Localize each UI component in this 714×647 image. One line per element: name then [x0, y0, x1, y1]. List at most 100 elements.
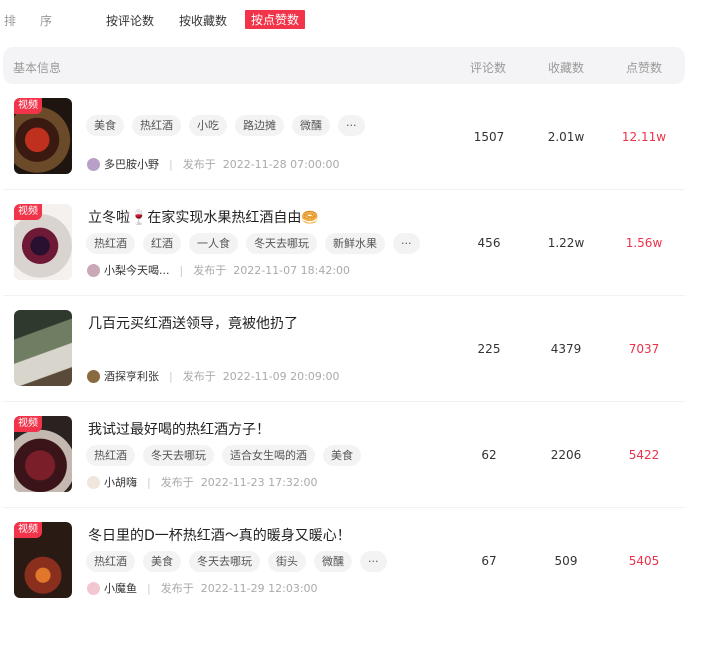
video-badge: 视频	[14, 204, 42, 220]
tag[interactable]: 美食	[143, 551, 181, 572]
comment-count: 456	[477, 236, 501, 250]
table-row[interactable]: 视频 我试过最好喝的热红酒方子！ 热红酒 冬天去哪玩 适合女生喝的酒 美食 小胡…	[3, 402, 685, 508]
tag[interactable]: 热红酒	[132, 115, 181, 136]
post-meta: 酒探亨利张 | 发布于 2022-11-09 20:09:00	[87, 368, 340, 384]
like-count: 7037	[628, 342, 660, 356]
post-title[interactable]: 几百元买红酒送领导，竟被他扔了	[88, 313, 298, 333]
post-title[interactable]: 立冬啦🍷在家实现水果热红酒自由🥯	[88, 207, 319, 227]
publish-time: 2022-11-28 07:00:00	[222, 157, 340, 171]
author-name[interactable]: 小梨今天喝...	[104, 262, 170, 278]
comment-count: 1507	[473, 130, 505, 144]
tag[interactable]: 街头	[268, 551, 306, 572]
divider: |	[147, 581, 151, 595]
publish-label: 发布于	[182, 370, 216, 383]
favorite-count: 1.22w	[547, 236, 585, 250]
avatar[interactable]	[87, 263, 100, 277]
like-count: 1.56w	[625, 236, 663, 250]
author-name[interactable]: 酒探亨利张	[104, 368, 159, 384]
tag[interactable]: 新鲜水果	[325, 233, 385, 254]
publish-time: 2022-11-07 18:42:00	[233, 263, 351, 277]
video-thumbnail[interactable]: 视频	[14, 522, 72, 598]
like-count: 12.11w	[621, 130, 667, 144]
tag[interactable]: 热红酒	[86, 551, 135, 572]
post-title[interactable]: 我试过最好喝的热红酒方子！	[88, 419, 270, 439]
favorite-count: 2.01w	[547, 130, 585, 144]
avatar[interactable]	[87, 581, 100, 595]
tag-list: 热红酒 冬天去哪玩 适合女生喝的酒 美食	[86, 445, 361, 466]
divider: |	[179, 263, 184, 277]
sort-bar: 排 序 按评论数 按收藏数 按点赞数	[0, 9, 714, 31]
tag[interactable]: 红酒	[143, 233, 181, 254]
publish-time: 2022-11-23 17:32:00	[200, 475, 318, 489]
tag[interactable]: 美食	[323, 445, 361, 466]
sort-by-favorites-button[interactable]: 按收藏数	[179, 12, 227, 29]
more-tags-button[interactable]: ···	[360, 551, 387, 572]
table-header: 基本信息 评论数 收藏数 点赞数	[3, 47, 685, 84]
author-name[interactable]: 多巴胺小野	[104, 156, 159, 172]
sort-label: 排	[4, 14, 17, 28]
like-count: 5405	[628, 554, 660, 568]
tag[interactable]: 一人食	[189, 233, 238, 254]
comment-count: 225	[477, 342, 501, 356]
sort-by-likes-button[interactable]: 按点赞数	[245, 10, 306, 29]
tag[interactable]: 热红酒	[86, 233, 135, 254]
post-meta: 小魔鱼 | 发布于 2022-11-29 12:03:00	[87, 580, 318, 596]
divider: |	[169, 157, 173, 171]
favorite-count: 4379	[550, 342, 582, 356]
table-row[interactable]: 视频 美食 热红酒 小吃 路边摊 微醺 ··· 多巴胺小野 | 发布于 2022…	[3, 84, 685, 190]
post-meta: 小梨今天喝... | 发布于 2022-11-07 18:42:00	[87, 262, 350, 278]
publish-label: 发布于	[182, 158, 216, 171]
table-row[interactable]: 几百元买红酒送领导，竟被他扔了 酒探亨利张 | 发布于 2022-11-09 2…	[3, 296, 685, 402]
video-badge: 视频	[14, 522, 42, 538]
tag-list: 热红酒 红酒 一人食 冬天去哪玩 新鲜水果 ···	[86, 233, 420, 254]
favorite-count: 509	[554, 554, 578, 568]
author-name[interactable]: 小胡嗨	[104, 474, 137, 490]
video-thumbnail[interactable]	[14, 310, 72, 386]
video-badge: 视频	[14, 416, 42, 432]
publish-label: 发布于	[160, 476, 194, 489]
tag[interactable]: 适合女生喝的酒	[222, 445, 315, 466]
table-row[interactable]: 视频 立冬啦🍷在家实现水果热红酒自由🥯 热红酒 红酒 一人食 冬天去哪玩 新鲜水…	[3, 190, 685, 296]
tag[interactable]: 冬天去哪玩	[189, 551, 260, 572]
like-count: 5422	[628, 448, 660, 462]
avatar[interactable]	[87, 369, 100, 383]
video-badge: 视频	[14, 98, 42, 114]
author-name[interactable]: 小魔鱼	[104, 580, 137, 596]
sort-label: 序	[40, 14, 53, 28]
header-favorites[interactable]: 收藏数	[548, 59, 584, 76]
comment-count: 62	[481, 448, 497, 462]
header-comments[interactable]: 评论数	[470, 59, 506, 76]
publish-label: 发布于	[193, 264, 227, 277]
favorite-count: 2206	[550, 448, 582, 462]
tag[interactable]: 微醺	[292, 115, 330, 136]
header-basic-info: 基本信息	[13, 61, 62, 75]
tag[interactable]: 美食	[86, 115, 124, 136]
divider: |	[147, 475, 151, 489]
publish-time: 2022-11-29 12:03:00	[200, 581, 318, 595]
video-thumbnail[interactable]: 视频	[14, 204, 72, 280]
post-meta: 多巴胺小野 | 发布于 2022-11-28 07:00:00	[87, 156, 340, 172]
comment-count: 67	[481, 554, 497, 568]
header-likes[interactable]: 点赞数	[626, 59, 662, 76]
tag[interactable]: 路边摊	[235, 115, 284, 136]
avatar[interactable]	[87, 157, 100, 171]
post-meta: 小胡嗨 | 发布于 2022-11-23 17:32:00	[87, 474, 318, 490]
publish-label: 发布于	[160, 582, 194, 595]
avatar[interactable]	[87, 475, 100, 489]
divider: |	[169, 369, 173, 383]
tag[interactable]: 冬天去哪玩	[246, 233, 317, 254]
tag-list: 美食 热红酒 小吃 路边摊 微醺 ···	[86, 115, 365, 136]
tag[interactable]: 微醺	[314, 551, 352, 572]
table-row[interactable]: 视频 冬日里的D一杯热红酒～真的暖身又暖心！ 热红酒 美食 冬天去哪玩 街头 微…	[3, 508, 685, 614]
video-thumbnail[interactable]: 视频	[14, 416, 72, 492]
post-title[interactable]: 冬日里的D一杯热红酒～真的暖身又暖心！	[88, 525, 351, 545]
publish-time: 2022-11-09 20:09:00	[222, 369, 340, 383]
more-tags-button[interactable]: ···	[393, 233, 420, 254]
tag[interactable]: 小吃	[189, 115, 227, 136]
sort-by-comments-button[interactable]: 按评论数	[106, 12, 154, 29]
video-thumbnail[interactable]: 视频	[14, 98, 72, 174]
tag-list: 热红酒 美食 冬天去哪玩 街头 微醺 ···	[86, 551, 387, 572]
tag[interactable]: 冬天去哪玩	[143, 445, 214, 466]
more-tags-button[interactable]: ···	[338, 115, 365, 136]
tag[interactable]: 热红酒	[86, 445, 135, 466]
